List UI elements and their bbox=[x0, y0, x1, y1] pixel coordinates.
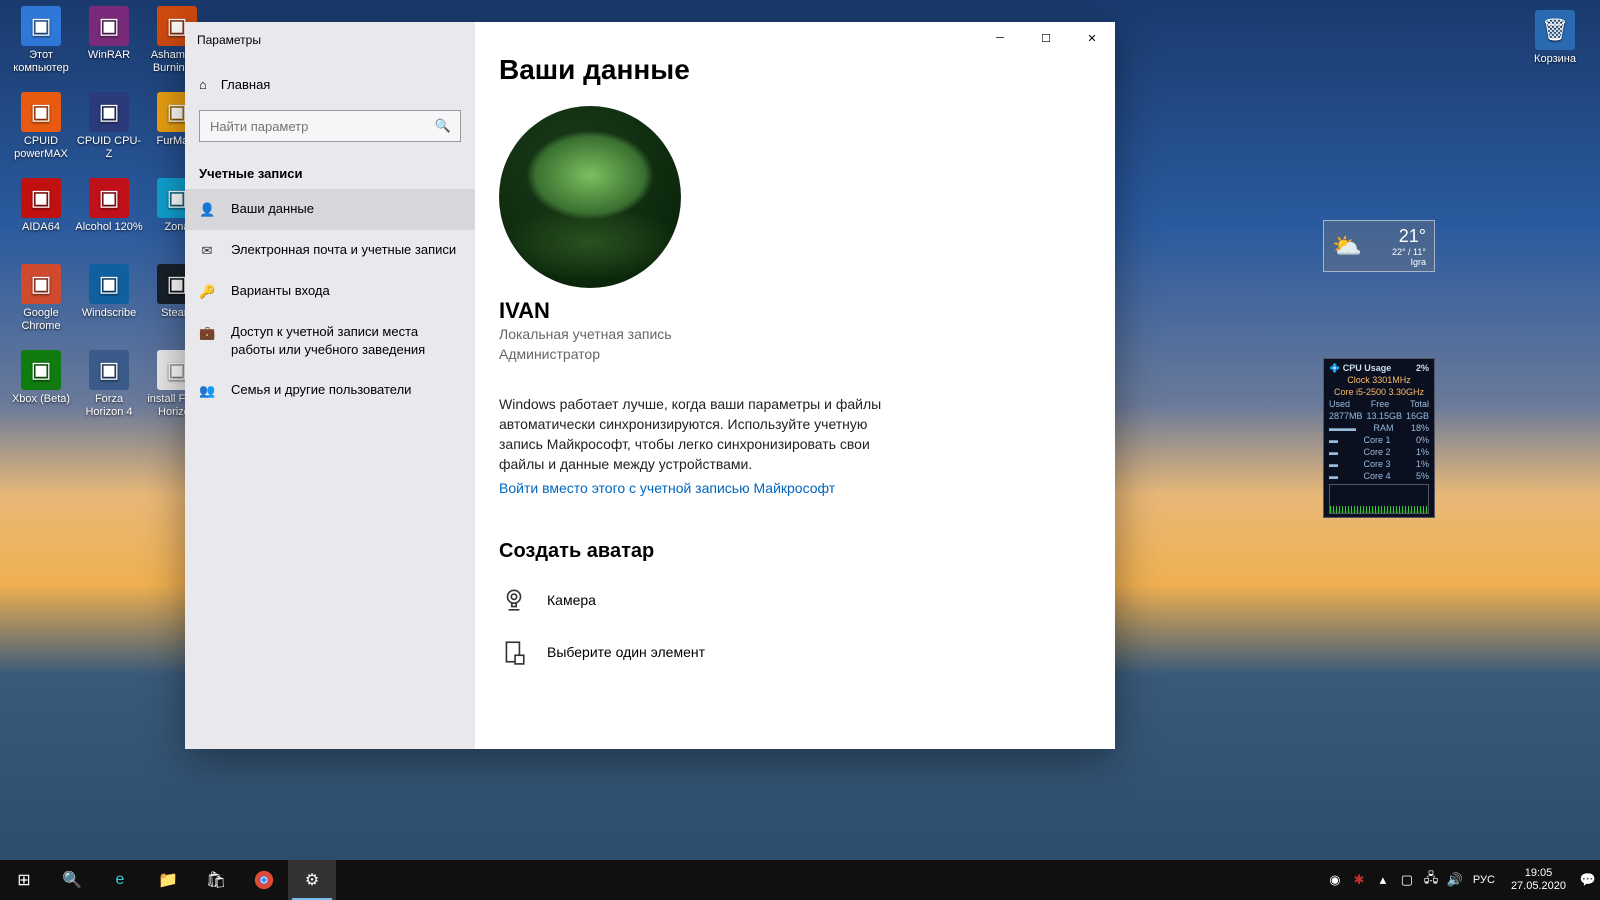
search-button[interactable]: 🔍 bbox=[48, 860, 96, 900]
desktop-icon[interactable]: ▣AIDA64 bbox=[6, 178, 76, 234]
info-text: Windows работает лучше, когда ваши парам… bbox=[499, 394, 899, 474]
briefcase-icon: 💼 bbox=[199, 324, 215, 342]
weather-range: 22° / 11° bbox=[1370, 247, 1426, 257]
sidebar-item-label: Ваши данные bbox=[231, 200, 314, 218]
home-button[interactable]: ⌂ Главная bbox=[185, 64, 475, 104]
browse-icon bbox=[499, 637, 529, 667]
account-type: Локальная учетная запись bbox=[499, 324, 1091, 344]
desktop-icon[interactable]: ▣WinRAR bbox=[74, 6, 144, 62]
desktop-icon[interactable]: ▣Этоткомпьютер bbox=[6, 6, 76, 75]
desktop-icon[interactable]: ▣CPUIDpowerMAX bbox=[6, 92, 76, 161]
option-camera-label: Камера bbox=[547, 592, 596, 608]
tray-notifications-icon[interactable]: 💬 bbox=[1576, 872, 1600, 888]
page-title: Ваши данные bbox=[499, 54, 1091, 86]
weather-city: Igra bbox=[1370, 257, 1426, 267]
signin-link[interactable]: Войти вместо этого с учетной записью Май… bbox=[499, 480, 1091, 496]
sidebar-item[interactable]: 👤 Ваши данные bbox=[185, 189, 475, 230]
settings-window: Параметры ⌂ Главная 🔍 Учетные записи 👤Ва… bbox=[185, 22, 1115, 749]
taskbar-store[interactable]: 🛍 bbox=[192, 860, 240, 900]
search-input[interactable] bbox=[199, 110, 461, 142]
sidebar-item[interactable]: 👥 Семья и другие пользователи bbox=[185, 370, 475, 411]
system-tray: ◉ ✱ ▴ ▢ 🖧 🔊 РУС 19:05 27.05.2020 💬 bbox=[1323, 860, 1600, 900]
weather-widget[interactable]: ⛅ 21° 22° / 11° Igra bbox=[1323, 220, 1435, 272]
tray-language[interactable]: РУС bbox=[1467, 874, 1501, 886]
mail-icon: ✉ bbox=[199, 242, 215, 260]
start-button[interactable]: ⊞ bbox=[0, 860, 48, 900]
sidebar-item-label: Семья и другие пользователи bbox=[231, 381, 411, 399]
minimize-button[interactable]: ─ bbox=[977, 22, 1023, 54]
tray-network-icon[interactable]: 🖧 bbox=[1419, 869, 1443, 891]
recycle-bin-icon[interactable]: 🗑 Корзина bbox=[1520, 10, 1590, 66]
desktop-icon[interactable]: ▣GoogleChrome bbox=[6, 264, 76, 333]
tray-app-icon[interactable]: ✱ bbox=[1347, 872, 1371, 888]
desktop-icon[interactable]: ▣Windscribe bbox=[74, 264, 144, 320]
avatar bbox=[499, 106, 681, 288]
username: IVAN bbox=[499, 298, 1091, 324]
weather-icon: ⛅ bbox=[1332, 232, 1362, 261]
people-icon: 👥 bbox=[199, 382, 215, 400]
taskbar-edge[interactable]: e bbox=[96, 860, 144, 900]
sidebar-item[interactable]: 💼 Доступ к учетной записи места работы ил… bbox=[185, 312, 475, 370]
avatar-heading: Создать аватар bbox=[499, 540, 1091, 563]
taskbar: ⊞ 🔍 e 📁 🛍 ⚙ ◉ ✱ ▴ ▢ 🖧 🔊 РУС 19:05 27.05.… bbox=[0, 860, 1600, 900]
window-controls: ─ ☐ ✕ bbox=[977, 22, 1115, 54]
camera-icon bbox=[499, 585, 529, 615]
key-icon: 🔑 bbox=[199, 283, 215, 301]
tray-battery-icon[interactable]: ▢ bbox=[1395, 872, 1419, 888]
cpu-widget[interactable]: 💠 CPU Usage2% Clock 3301MHz Core i5-2500… bbox=[1323, 358, 1435, 518]
sidebar-item-label: Варианты входа bbox=[231, 282, 330, 300]
maximize-button[interactable]: ☐ bbox=[1023, 22, 1069, 54]
weather-temp: 21° bbox=[1370, 226, 1426, 247]
taskbar-explorer[interactable]: 📁 bbox=[144, 860, 192, 900]
person-icon: 👤 bbox=[199, 201, 215, 219]
option-browse-label: Выберите один элемент bbox=[547, 644, 705, 660]
option-browse[interactable]: Выберите один элемент bbox=[499, 637, 1091, 667]
desktop-icon[interactable]: ▣ForzaHorizon 4 bbox=[74, 350, 144, 419]
close-button[interactable]: ✕ bbox=[1069, 22, 1115, 54]
section-label: Учетные записи bbox=[185, 148, 475, 189]
settings-content: ─ ☐ ✕ Ваши данные IVAN Локальная учетная… bbox=[475, 22, 1115, 749]
taskbar-chrome[interactable] bbox=[240, 860, 288, 900]
window-title: Параметры bbox=[185, 22, 475, 58]
sidebar-item-label: Электронная почта и учетные записи bbox=[231, 241, 456, 259]
taskbar-settings[interactable]: ⚙ bbox=[288, 860, 336, 900]
recycle-bin-label: Корзина bbox=[1520, 53, 1590, 66]
desktop-icon[interactable]: ▣Xbox (Beta) bbox=[6, 350, 76, 406]
tray-clock[interactable]: 19:05 27.05.2020 bbox=[1501, 867, 1576, 893]
sidebar-item-label: Доступ к учетной записи места работы или… bbox=[231, 323, 461, 359]
account-role: Администратор bbox=[499, 344, 1091, 364]
tray-xbox-icon[interactable]: ◉ bbox=[1323, 872, 1347, 888]
home-label: Главная bbox=[221, 77, 270, 92]
home-icon: ⌂ bbox=[199, 77, 207, 92]
sidebar-item[interactable]: 🔑 Варианты входа bbox=[185, 271, 475, 312]
cpu-graph bbox=[1329, 484, 1429, 514]
desktop-icon[interactable]: ▣Alcohol 120% bbox=[74, 178, 144, 234]
desktop-icon[interactable]: ▣CPUID CPU-Z bbox=[74, 92, 144, 161]
sidebar-item[interactable]: ✉ Электронная почта и учетные записи bbox=[185, 230, 475, 271]
option-camera[interactable]: Камера bbox=[499, 585, 1091, 615]
tray-volume-icon[interactable]: 🔊 bbox=[1443, 872, 1467, 888]
tray-chevron-up-icon[interactable]: ▴ bbox=[1371, 872, 1395, 888]
settings-sidebar: Параметры ⌂ Главная 🔍 Учетные записи 👤Ва… bbox=[185, 22, 475, 749]
